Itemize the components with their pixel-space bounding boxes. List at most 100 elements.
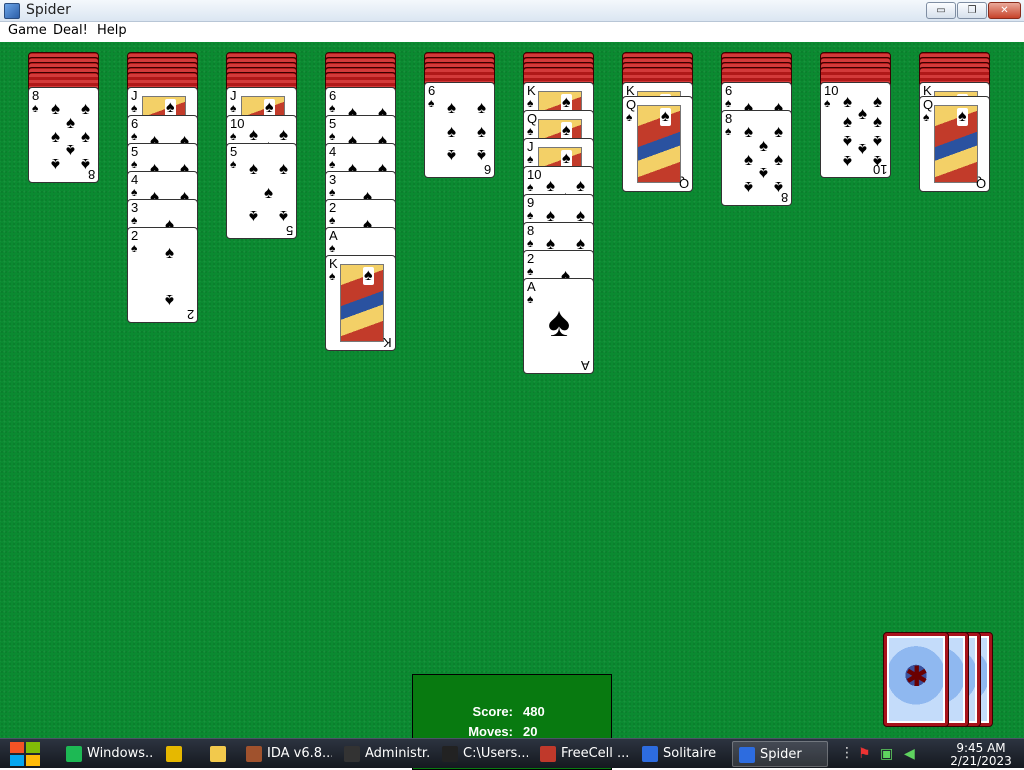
solitaire-icon	[642, 745, 658, 762]
taskbar-item-label: IDA v6.8...	[267, 746, 332, 761]
spade-icon: ♠	[32, 101, 39, 115]
start-button[interactable]	[7, 741, 45, 767]
network-icon[interactable]: ▣	[880, 746, 893, 762]
menu-deal[interactable]: Deal!	[53, 23, 88, 38]
face-card-art: ♠	[637, 105, 681, 183]
card-rank-bottom: A	[581, 358, 590, 373]
close-button[interactable]: ✕	[988, 2, 1021, 19]
spade-icon: ♠	[248, 159, 259, 178]
taskbar-item-chrome[interactable]	[160, 741, 192, 767]
spade-icon: ♠	[329, 269, 336, 283]
moves-label: Moves:	[468, 724, 513, 739]
taskbar-item-solitaire[interactable]: Solitaire	[636, 741, 728, 767]
score-label: Score:	[472, 704, 513, 719]
spade-icon: ♠	[329, 157, 336, 171]
card-8-spades[interactable]: 8♠♠♠♠♠♠♠♠♠8	[721, 110, 792, 206]
spade-icon: ♠	[743, 178, 754, 197]
title-bar[interactable]: Spider ▭ ❐ ✕	[0, 0, 1024, 22]
card-q-spades[interactable]: Q♠♠Q	[622, 96, 693, 192]
spade-icon: ♠	[872, 132, 883, 151]
windows-logo-icon	[10, 742, 24, 753]
spade-icon: ♠	[872, 112, 883, 131]
taskbar-item-label: Spider	[760, 747, 802, 762]
volume-icon[interactable]: ◀	[904, 746, 915, 762]
spade-icon: ♠	[230, 129, 237, 143]
taskbar-item-freecell[interactable]: FreeCell ...	[534, 741, 630, 767]
menu-bar: Game Deal! Help	[0, 22, 1024, 42]
spotify-icon	[66, 745, 82, 762]
spade-icon: ♠	[363, 267, 374, 285]
spider-icon: ✱	[905, 660, 929, 693]
spade-icon: ♠	[329, 129, 336, 143]
spade-icon: ♠	[527, 180, 534, 194]
spade-icon: ♠	[164, 291, 175, 310]
spade-icon: ♠	[527, 292, 534, 306]
card-q-spades[interactable]: Q♠♠Q	[919, 96, 990, 192]
spade-icon: ♠	[527, 208, 534, 222]
spider-icon	[739, 746, 755, 763]
spade-icon: ♠	[547, 298, 571, 345]
spade-icon: ♠	[527, 124, 534, 138]
spade-icon: ♠	[50, 155, 61, 174]
card-5-spades[interactable]: 5♠♠♠♠♠♠5	[226, 143, 297, 239]
card-10-spades[interactable]: 10♠♠♠♠♠♠♠♠♠♠♠10	[820, 82, 891, 178]
card-rank-bottom: 5	[285, 223, 293, 238]
clock[interactable]: 9:45 AM 2/21/2023	[946, 742, 1016, 768]
spade-icon: ♠	[923, 110, 930, 124]
spade-icon: ♠	[842, 112, 853, 131]
score-value: 480	[523, 704, 545, 719]
spade-icon: ♠	[446, 146, 457, 165]
taskbar-item-ida-v6-8[interactable]: IDA v6.8...	[240, 741, 332, 767]
spade-icon: ♠	[329, 185, 336, 199]
card-rank-bottom: K	[383, 335, 392, 350]
spider-window: Spider ▭ ❐ ✕ Game Deal! Help 8 ♠ ♠ ♠ ♠ ♠ ♠ ♠ ♠ ♠ 8…	[0, 0, 1024, 770]
card-k-spades[interactable]: K♠♠K	[325, 255, 396, 351]
spade-icon: ♠	[476, 98, 487, 117]
overflow-icon[interactable]: ⋮	[840, 745, 854, 761]
spade-icon: ♠	[131, 213, 138, 227]
restore-button[interactable]: ❐	[957, 2, 987, 19]
spade-icon: ♠	[527, 236, 534, 250]
chrome-icon	[166, 745, 182, 762]
spade-icon: ♠	[842, 152, 853, 171]
game-table[interactable]: 8♠♠♠♠♠♠♠♠♠8J♠♠J6♠♠♠♠♠♠♠65♠♠♠♠♠♠54♠♠♠♠♠43…	[0, 42, 1024, 770]
card-2-spades[interactable]: 2♠♠♠2	[127, 227, 198, 323]
card-6-spades[interactable]: 6♠♠♠♠♠♠♠6	[424, 82, 495, 178]
taskbar-item-label: Administr...	[365, 746, 430, 761]
spade-icon: ♠	[575, 176, 586, 195]
taskbar-item-label: FreeCell ...	[561, 746, 630, 761]
spade-icon: ♠	[230, 157, 237, 171]
menu-game[interactable]: Game	[8, 23, 47, 38]
spider-web-art: ✱	[887, 636, 945, 723]
taskbar-item-administr[interactable]: Administr...	[338, 741, 430, 767]
taskbar-item-spider[interactable]: Spider	[732, 741, 828, 767]
stock-pile[interactable]: ✱	[883, 632, 993, 728]
moves-value: 20	[523, 724, 538, 739]
spade-icon: ♠	[527, 96, 534, 110]
taskbar: Windows... IDA v6.8... Administr... C:\User…	[0, 738, 1024, 768]
card-a-spades[interactable]: A♠♠A	[523, 278, 594, 374]
spade-icon: ♠	[164, 243, 175, 262]
spade-icon: ♠	[263, 183, 274, 202]
menu-help[interactable]: Help	[97, 23, 127, 38]
taskbar-item-windows[interactable]: Windows...	[60, 741, 152, 767]
spade-icon: ♠	[527, 264, 534, 278]
spade-icon: ♠	[773, 122, 784, 141]
face-card-art: ♠	[934, 105, 978, 183]
ida-icon	[246, 745, 262, 762]
taskbar-item-folder[interactable]	[204, 741, 236, 767]
taskbar-item-c-users[interactable]: C:\Users...	[436, 741, 528, 767]
stock-card[interactable]: ✱	[883, 632, 949, 727]
card-8-spades[interactable]: 8♠♠♠♠♠♠♠♠♠8	[28, 87, 99, 183]
spade-icon: ♠	[131, 129, 138, 143]
spade-icon: ♠	[824, 96, 831, 110]
flag-icon[interactable]: ⚑	[858, 746, 871, 762]
spade-icon: ♠	[725, 124, 732, 138]
card-rank-bottom: 8	[780, 190, 788, 205]
taskbar-item-label: Solitaire	[663, 746, 717, 761]
spider-app-icon	[4, 3, 20, 19]
minimize-button[interactable]: ▭	[926, 2, 956, 19]
card-rank-bottom: Q	[975, 176, 986, 191]
spade-icon: ♠	[131, 157, 138, 171]
spade-icon: ♠	[446, 122, 457, 141]
